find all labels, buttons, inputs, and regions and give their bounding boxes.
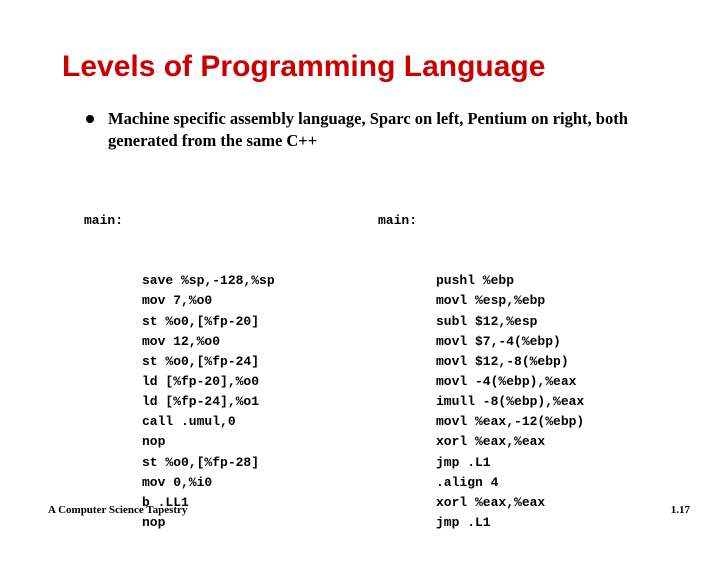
- code-body-left: save %sp,-128,%sp mov 7,%o0 st %o0,[%fp-…: [84, 271, 378, 533]
- footer-right: 1.17: [671, 504, 690, 516]
- slide-title: Levels of Programming Language: [62, 50, 672, 84]
- code-label-right: main:: [378, 211, 672, 231]
- code-label-left: main:: [84, 211, 378, 231]
- footer-left: A Computer Science Tapestry: [48, 504, 187, 516]
- bullet-icon: [86, 115, 94, 123]
- bullet-text: Machine specific assembly language, Spar…: [108, 108, 652, 153]
- code-body-right: pushl %ebp movl %esp,%ebp subl $12,%esp …: [378, 271, 672, 533]
- code-col-pentium: main: pushl %ebp movl %esp,%ebp subl $12…: [378, 171, 672, 573]
- slide: Levels of Programming Language Machine s…: [0, 0, 720, 540]
- bullet-item: Machine specific assembly language, Spar…: [86, 108, 652, 153]
